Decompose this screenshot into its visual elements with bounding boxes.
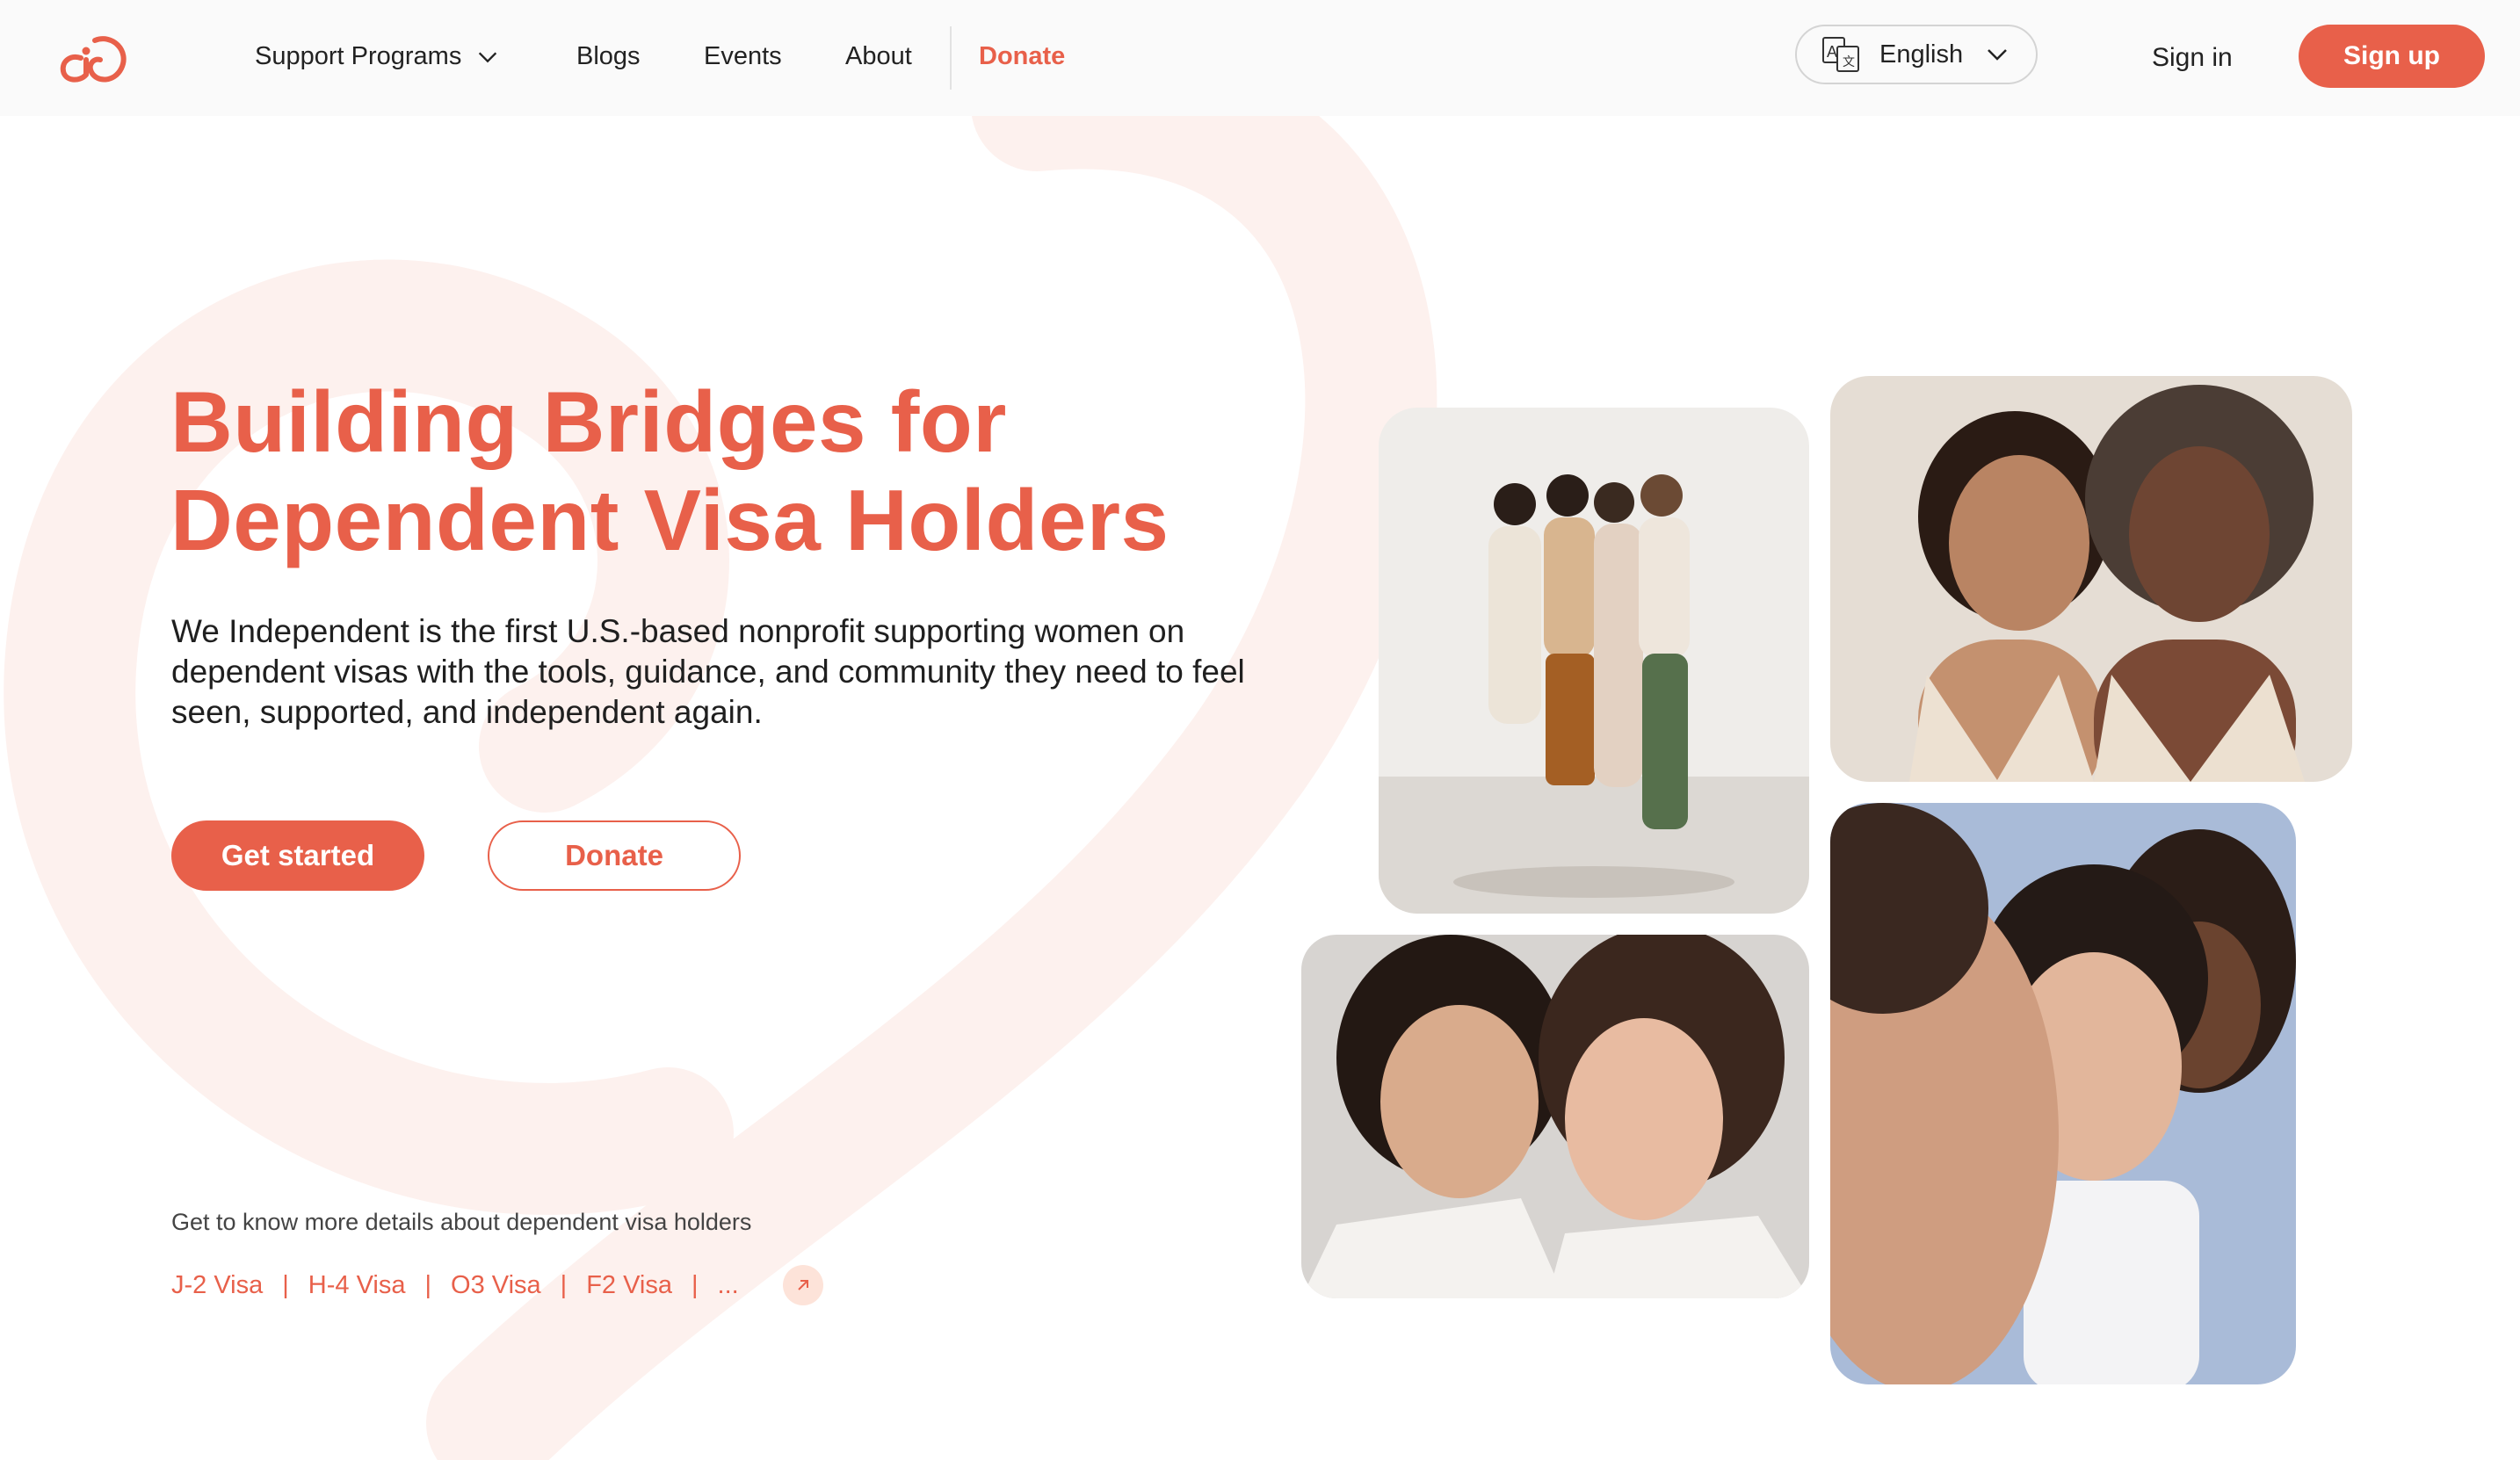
nav-support-programs-label: Support Programs bbox=[255, 42, 462, 70]
chevron-down-icon bbox=[1988, 49, 2008, 61]
nav-about[interactable]: About bbox=[845, 35, 912, 77]
language-selector[interactable]: A 文 English bbox=[1795, 25, 2038, 84]
hero-title: Building Bridges for Dependent Visa Hold… bbox=[170, 372, 1313, 569]
svg-text:文: 文 bbox=[1843, 54, 1855, 69]
we-independent-logo[interactable] bbox=[51, 25, 130, 88]
nav-support-programs[interactable]: Support Programs bbox=[255, 35, 500, 77]
photo-women-closeup-sky bbox=[1830, 803, 2296, 1384]
hero-title-line1: Building Bridges for bbox=[170, 373, 1007, 470]
site-header: Support Programs Blogs Events About Dona… bbox=[0, 0, 2520, 116]
photo-group-of-women bbox=[1379, 408, 1809, 914]
nav-divider bbox=[950, 26, 952, 90]
translate-icon: A 文 bbox=[1822, 37, 1859, 72]
sign-up-button[interactable]: Sign up bbox=[2299, 25, 2485, 88]
photo-two-women-laughing bbox=[1830, 376, 2352, 782]
nav-blogs[interactable]: Blogs bbox=[576, 35, 641, 77]
visa-link-more[interactable]: ... bbox=[718, 1271, 739, 1300]
visa-separator: | bbox=[560, 1270, 568, 1299]
arrow-up-right-icon bbox=[798, 1280, 808, 1290]
visa-link-f2[interactable]: F2 Visa bbox=[586, 1271, 672, 1300]
visa-link-j2[interactable]: J-2 Visa bbox=[171, 1271, 263, 1300]
sign-in-link[interactable]: Sign in bbox=[2152, 39, 2233, 77]
visa-link-h4[interactable]: H-4 Visa bbox=[308, 1271, 406, 1300]
visa-more-button[interactable] bbox=[782, 1265, 823, 1305]
nav-donate[interactable]: Donate bbox=[979, 35, 1065, 77]
visa-link-o3[interactable]: O3 Visa bbox=[451, 1271, 541, 1300]
visa-separator: | bbox=[282, 1270, 289, 1299]
hero-title-line2: Dependent Visa Holders bbox=[170, 472, 1169, 568]
get-started-button[interactable]: Get started bbox=[171, 820, 424, 891]
visa-separator: | bbox=[692, 1270, 699, 1299]
nav-events[interactable]: Events bbox=[704, 35, 782, 77]
donate-button[interactable]: Donate bbox=[488, 820, 741, 891]
language-label: English bbox=[1879, 40, 1964, 69]
hero-description: We Independent is the first U.S.-based n… bbox=[171, 613, 1245, 730]
visa-links: J-2 Visa | H-4 Visa | O3 Visa | F2 Visa … bbox=[171, 1265, 823, 1305]
visa-separator: | bbox=[424, 1270, 432, 1299]
photo-two-women-smiling bbox=[1301, 935, 1809, 1298]
visa-intro-text: Get to know more details about dependent… bbox=[171, 1209, 752, 1235]
svg-text:A: A bbox=[1827, 43, 1837, 61]
chevron-down-icon bbox=[479, 52, 497, 63]
